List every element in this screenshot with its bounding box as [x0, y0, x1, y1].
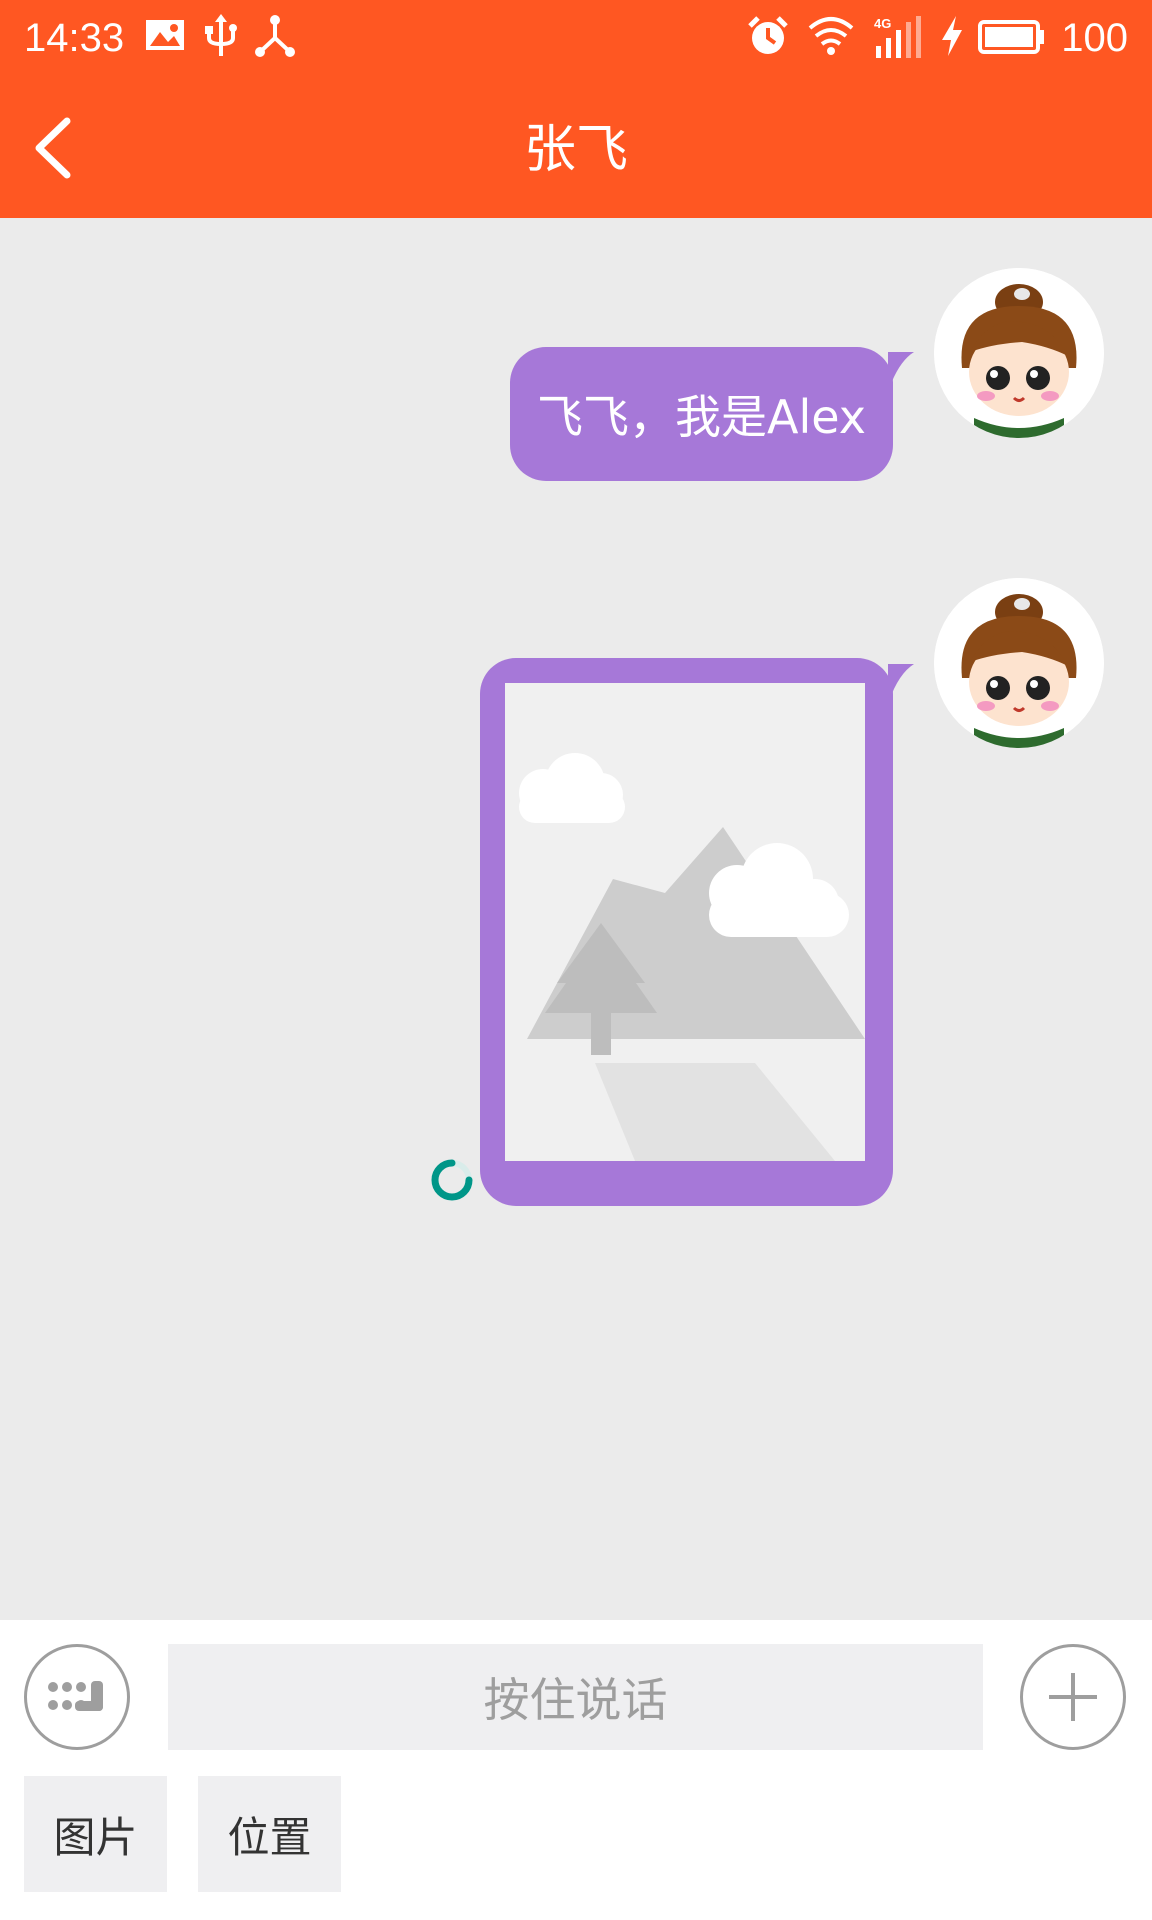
svg-text:4G: 4G	[874, 16, 891, 31]
message-text: 飞飞，我是Alex	[537, 390, 866, 444]
debug-icon	[254, 14, 296, 62]
battery-percentage: 100	[1061, 16, 1128, 60]
status-bar: 14:33 4G 100	[0, 0, 1152, 78]
cartoon-girl-avatar-icon	[934, 578, 1104, 748]
charging-icon	[940, 14, 964, 62]
location-button[interactable]: 位置	[198, 1776, 341, 1892]
wifi-icon	[806, 14, 856, 62]
app-header: 14:33 4G 100 张飞	[0, 0, 1152, 218]
cartoon-girl-avatar-icon	[934, 268, 1104, 438]
bubble-tail	[888, 664, 914, 704]
chat-title: 张飞	[523, 120, 628, 180]
image-notification-icon	[144, 14, 186, 60]
picture-button[interactable]: 图片	[24, 1776, 167, 1892]
cell-signal-icon: 4G	[872, 14, 924, 64]
usb-icon	[200, 14, 242, 64]
bubble-tail	[888, 352, 914, 392]
plus-icon	[1049, 1673, 1097, 1721]
more-options-button[interactable]	[1020, 1644, 1126, 1750]
image-placeholder	[505, 683, 865, 1161]
alarm-icon	[746, 14, 790, 62]
input-panel: 按住说话 图片 位置	[0, 1620, 1152, 1920]
hold-to-talk-button[interactable]: 按住说话	[168, 1644, 983, 1750]
battery-icon	[978, 18, 1046, 60]
user-avatar[interactable]	[934, 578, 1104, 748]
image-message-bubble[interactable]	[480, 658, 893, 1206]
user-avatar[interactable]	[934, 268, 1104, 438]
keyboard-icon	[48, 1681, 103, 1711]
status-time: 14:33	[24, 16, 125, 60]
loading-spinner-icon	[431, 1159, 473, 1201]
image-placeholder-icon	[505, 683, 865, 1161]
message-bubble[interactable]: 飞飞，我是Alex	[510, 347, 893, 481]
keyboard-toggle-button[interactable]	[24, 1644, 130, 1750]
